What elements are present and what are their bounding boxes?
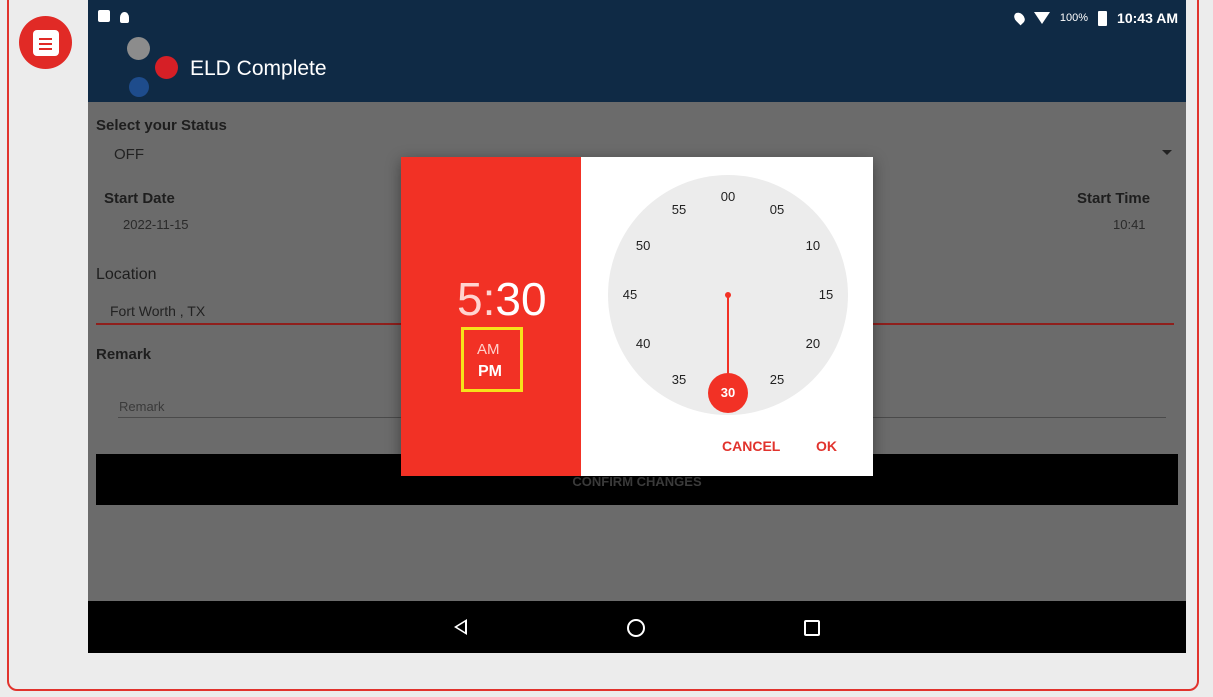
nav-bar <box>88 601 1186 653</box>
dial-minute-40[interactable]: 40 <box>631 336 655 351</box>
tablet-screen: 100% 10:43 AM ELD Complete Select your S… <box>88 0 1186 653</box>
dial-minute-20[interactable]: 20 <box>801 336 825 351</box>
start-date-label: Start Date <box>104 190 175 207</box>
remark-input[interactable]: Remark <box>119 399 165 414</box>
location-icon <box>1011 10 1027 26</box>
status-bar: 100% 10:43 AM <box>88 8 1186 30</box>
ok-button[interactable]: OK <box>816 438 837 454</box>
dial-minute-10[interactable]: 10 <box>801 238 825 253</box>
screenshot-frame: 100% 10:43 AM ELD Complete Select your S… <box>0 0 1213 697</box>
battery-icon <box>1098 10 1108 26</box>
time-separator: : <box>482 273 496 325</box>
system-indicators: 100% 10:43 AM <box>1011 10 1178 26</box>
time-picker-header: 5:30 AM PM <box>401 157 581 476</box>
start-time-value[interactable]: 10:41 <box>1113 217 1146 232</box>
status-time: 10:43 AM <box>1117 10 1178 26</box>
start-date-value[interactable]: 2022-11-15 <box>123 217 189 232</box>
app-logo <box>127 37 179 97</box>
location-label: Location <box>96 266 157 283</box>
back-icon[interactable] <box>454 619 467 635</box>
app-title: ELD Complete <box>190 57 327 80</box>
dial-minute-05[interactable]: 05 <box>765 202 789 217</box>
dial-minute-50[interactable]: 50 <box>631 238 655 253</box>
ampm-highlight <box>461 327 523 392</box>
recents-icon[interactable] <box>804 620 820 636</box>
time-picker-dialog: 5:30 AM PM 00 05 10 15 20 25 30 35 40 45 50 55 CANC… <box>401 157 873 476</box>
pm-toggle[interactable]: PM <box>478 363 502 381</box>
dial-minute-55[interactable]: 55 <box>667 202 691 217</box>
hour-display[interactable]: 5 <box>457 273 483 325</box>
dial-minute-15[interactable]: 15 <box>814 287 838 302</box>
notification-icon <box>98 10 110 22</box>
dial-minute-30[interactable]: 30 <box>716 385 740 400</box>
start-time-label: Start Time <box>1077 190 1151 207</box>
dial-minute-35[interactable]: 35 <box>667 372 691 387</box>
location-input[interactable]: Fort Worth , TX <box>110 303 205 319</box>
clock-hand <box>708 292 748 413</box>
cancel-button[interactable]: CANCEL <box>722 438 780 454</box>
dial-minute-25[interactable]: 25 <box>765 372 789 387</box>
notification-icons <box>98 10 129 23</box>
dial-minute-00[interactable]: 00 <box>716 189 740 204</box>
time-display: 5:30 <box>457 272 547 326</box>
note-icon <box>19 16 72 69</box>
chevron-down-icon[interactable] <box>1162 150 1172 155</box>
am-toggle[interactable]: AM <box>477 341 500 358</box>
minute-display[interactable]: 30 <box>495 273 546 325</box>
app-bar: 100% 10:43 AM ELD Complete <box>88 0 1186 102</box>
status-select[interactable]: OFF <box>114 146 144 163</box>
battery-percent: 100% <box>1059 12 1089 24</box>
home-icon[interactable] <box>627 619 645 637</box>
bell-icon <box>120 12 129 23</box>
remark-label: Remark <box>96 346 152 363</box>
dial-minute-45[interactable]: 45 <box>618 287 642 302</box>
wifi-icon <box>1033 12 1050 24</box>
status-label: Select your Status <box>96 117 227 134</box>
